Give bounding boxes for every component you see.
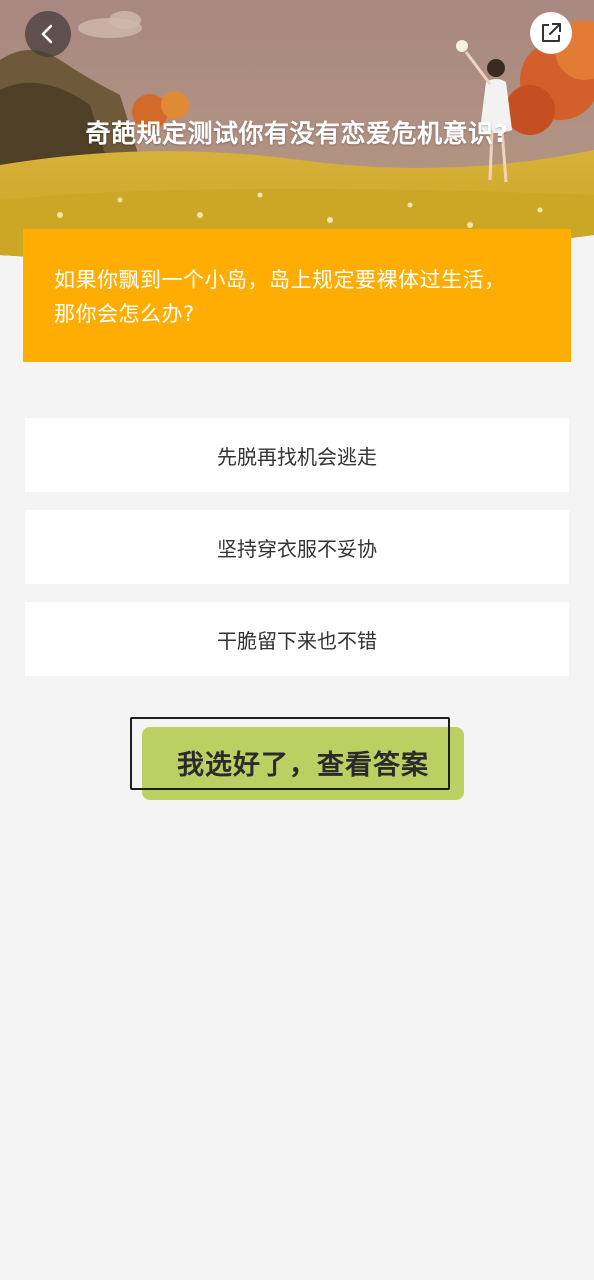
page-title: 奇葩规定测试你有没有恋爱危机意识? xyxy=(85,119,509,148)
submit-answer-button[interactable]: 我选好了，查看答案 xyxy=(130,717,465,801)
share-icon xyxy=(542,23,561,42)
option-3[interactable]: 干脆留下来也不错 xyxy=(25,602,569,676)
option-label: 坚持穿衣服不妥协 xyxy=(217,536,377,561)
option-label: 先脱再找机会逃走 xyxy=(217,444,377,469)
back-button[interactable] xyxy=(25,11,71,57)
quiz-page: 奇葩规定测试你有没有恋爱危机意识? 如果你飘到一个小岛，岛上规定要裸体过生活，那… xyxy=(0,0,594,1280)
share-button[interactable] xyxy=(530,12,572,54)
question-text: 如果你飘到一个小岛，岛上规定要裸体过生活，那你会怎么办? xyxy=(54,268,506,326)
option-2[interactable]: 坚持穿衣服不妥协 xyxy=(25,510,569,584)
submit-button-label: 我选好了，查看答案 xyxy=(177,749,429,781)
question-card: 如果你飘到一个小岛，岛上规定要裸体过生活，那你会怎么办? xyxy=(23,229,571,362)
option-1[interactable]: 先脱再找机会逃走 xyxy=(25,418,569,492)
option-label: 干脆留下来也不错 xyxy=(217,628,377,653)
back-arrow-icon xyxy=(41,24,53,44)
